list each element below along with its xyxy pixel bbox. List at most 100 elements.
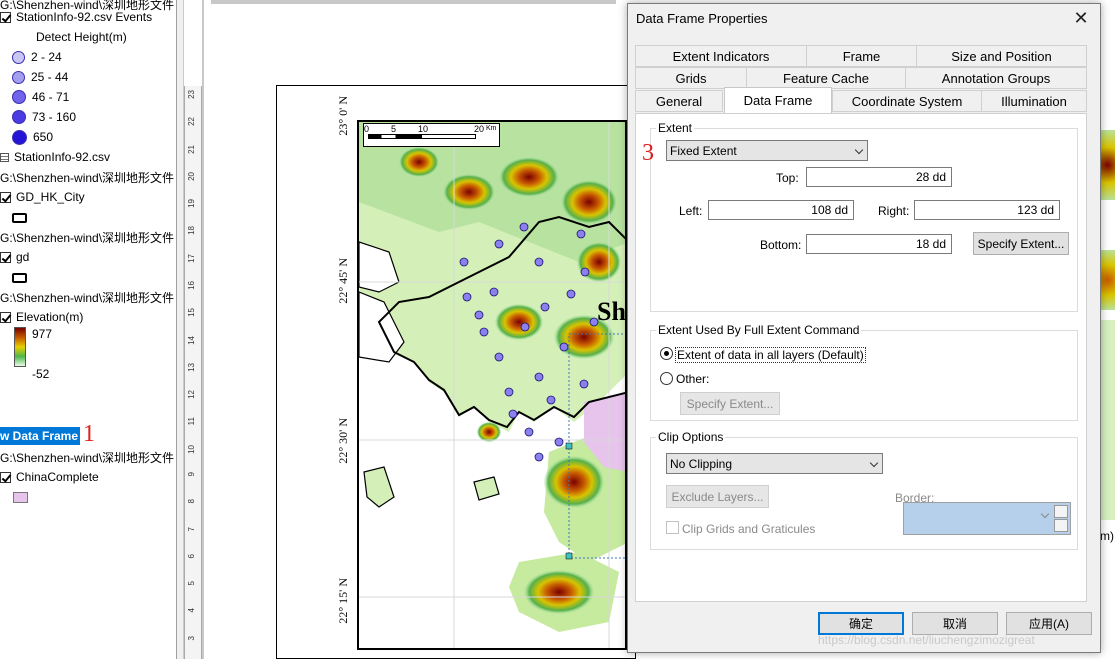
toc-field-label: Detect Height(m) xyxy=(36,30,127,44)
toc-scrollbar[interactable] xyxy=(177,0,184,659)
chevron-down-icon xyxy=(1040,509,1050,519)
scale-tick: 20 xyxy=(474,124,485,134)
apply-button[interactable]: 应用(A) xyxy=(1006,612,1092,635)
top-field[interactable]: 28 dd xyxy=(806,167,952,187)
tab-data-frame[interactable]: Data Frame xyxy=(724,87,832,113)
tab-extent-indicators[interactable]: Extent Indicators xyxy=(635,45,807,67)
tab-size-and-position[interactable]: Size and Position xyxy=(916,45,1087,67)
right-field[interactable]: 123 dd xyxy=(914,200,1060,220)
ruler-tick: 10 xyxy=(187,444,196,454)
toc-symbol-polygon[interactable] xyxy=(12,268,27,288)
clip-grids-checkbox[interactable] xyxy=(666,521,679,534)
ruler-tick: 6 xyxy=(187,553,196,559)
clip-options-group-title: Clip Options xyxy=(656,430,726,444)
bottom-field[interactable]: 18 dd xyxy=(806,234,952,254)
checkbox-icon[interactable] xyxy=(0,191,11,203)
checkbox-icon[interactable] xyxy=(0,11,11,23)
annotation-number-1: 1 xyxy=(83,421,95,447)
toc-class-2[interactable]: 25 - 44 xyxy=(12,67,68,87)
chevron-down-icon xyxy=(854,145,864,155)
mountain-relief xyxy=(1100,130,1115,200)
tab-illumination[interactable]: Illumination xyxy=(981,90,1087,112)
station-point xyxy=(519,222,529,232)
tab-frame[interactable]: Frame xyxy=(806,45,917,67)
checkbox-icon[interactable] xyxy=(0,471,11,483)
toc-table-station-csv[interactable]: StationInfo-92.csv xyxy=(0,147,110,167)
circle-symbol-icon xyxy=(12,90,26,104)
station-point xyxy=(459,257,469,267)
specify-extent-button[interactable]: Specify Extent... xyxy=(973,232,1069,255)
toc-layer-station-events[interactable]: StationInfo-92.csv Events xyxy=(0,7,152,27)
toc-class-4[interactable]: 73 - 160 xyxy=(12,107,76,127)
border-style-select[interactable] xyxy=(903,502,1071,535)
tab-coordinate-system[interactable]: Coordinate System xyxy=(832,90,982,112)
horizontal-scrollbar[interactable] xyxy=(211,0,616,4)
ruler-tick: 19 xyxy=(187,199,196,209)
station-point xyxy=(524,427,534,437)
station-point xyxy=(494,352,504,362)
mountain-relief xyxy=(544,456,604,508)
station-point xyxy=(479,327,489,337)
station-point xyxy=(474,310,484,320)
mountain-relief xyxy=(495,304,543,340)
station-point xyxy=(559,342,569,352)
full-extent-group-title: Extent Used By Full Extent Command xyxy=(656,323,862,337)
ruler-tick: 18 xyxy=(187,226,196,236)
symbol-selector-icon[interactable] xyxy=(1054,519,1068,532)
checkbox-icon[interactable] xyxy=(0,251,11,263)
cancel-button[interactable]: 取消 xyxy=(912,612,998,635)
station-point xyxy=(540,302,550,312)
table-of-contents: G:\Shenzhen-wind\深圳地形文件 StationInfo-92.c… xyxy=(0,0,177,659)
left-label: Left: xyxy=(679,204,703,218)
clip-mode-select[interactable]: No Clipping xyxy=(666,453,883,474)
toc-class-5[interactable]: 650 xyxy=(12,127,53,147)
toc-symbol-polygon[interactable] xyxy=(12,208,27,228)
ruler-tick: 12 xyxy=(187,390,196,400)
scale-unit: Km xyxy=(486,125,497,132)
station-point xyxy=(504,387,514,397)
polygon-symbol-icon xyxy=(12,273,27,283)
layout-divider xyxy=(202,0,204,659)
toc-new-data-frame[interactable]: w Data Frame xyxy=(0,427,81,445)
bottom-label: Bottom: xyxy=(760,238,802,252)
scale-bar-graphic xyxy=(368,134,476,139)
station-point xyxy=(579,379,589,389)
polygon-symbol-icon xyxy=(12,213,27,223)
ruler-tick: 23 xyxy=(187,90,196,99)
toc-layer-gd-hk-city[interactable]: GD_HK_City xyxy=(0,187,85,207)
data-frame-properties-dialog: Data Frame Properties ✕ Extent Indicator… xyxy=(627,3,1101,653)
full-extent-other-radio[interactable] xyxy=(660,372,673,385)
island xyxy=(473,476,500,501)
toc-class-3[interactable]: 46 - 71 xyxy=(12,87,69,107)
specify-full-extent-button[interactable]: Specify Extent... xyxy=(680,392,780,415)
toc-layer-gd[interactable]: gd xyxy=(0,247,29,267)
annotation-number-3: 3 xyxy=(642,140,654,166)
tab-grids[interactable]: Grids xyxy=(635,67,747,89)
full-extent-default-label[interactable]: Extent of data in all layers (Default) xyxy=(675,347,866,363)
tab-general[interactable]: General xyxy=(635,90,723,112)
ruler-tick: 13 xyxy=(187,362,196,372)
right-label: Right: xyxy=(878,204,910,218)
watermark: https://blog.csdn.net/liuchengzimozigrea… xyxy=(818,633,1035,647)
mountain-relief xyxy=(443,174,495,210)
tab-annotation-groups[interactable]: Annotation Groups xyxy=(905,67,1087,89)
exclude-layers-button[interactable]: Exclude Layers... xyxy=(666,485,769,508)
close-icon[interactable]: ✕ xyxy=(1070,7,1092,29)
toc-layer-china-complete[interactable]: ChinaComplete xyxy=(0,467,99,487)
checkbox-icon[interactable] xyxy=(0,311,11,323)
full-extent-other-label[interactable]: Other: xyxy=(676,372,709,386)
properties-icon[interactable] xyxy=(1054,505,1068,518)
map-data-frame[interactable] xyxy=(357,120,627,650)
extent-mode-select[interactable]: Fixed Extent xyxy=(666,140,868,161)
tab-feature-cache[interactable]: Feature Cache xyxy=(746,67,906,89)
ok-button[interactable]: 确定 xyxy=(818,612,904,635)
full-extent-default-radio[interactable] xyxy=(660,347,673,360)
toc-class-1[interactable]: 2 - 24 xyxy=(12,47,62,67)
scale-tick: 0 xyxy=(364,124,370,134)
ruler-tick: 22 xyxy=(187,117,196,127)
left-field[interactable]: 108 dd xyxy=(708,200,854,220)
lat-label-23: 23° 0' N xyxy=(336,96,350,136)
scale-tick: 5 xyxy=(391,124,397,134)
ruler-tick: 4 xyxy=(187,608,196,613)
ruler-tick: 11 xyxy=(187,417,196,426)
